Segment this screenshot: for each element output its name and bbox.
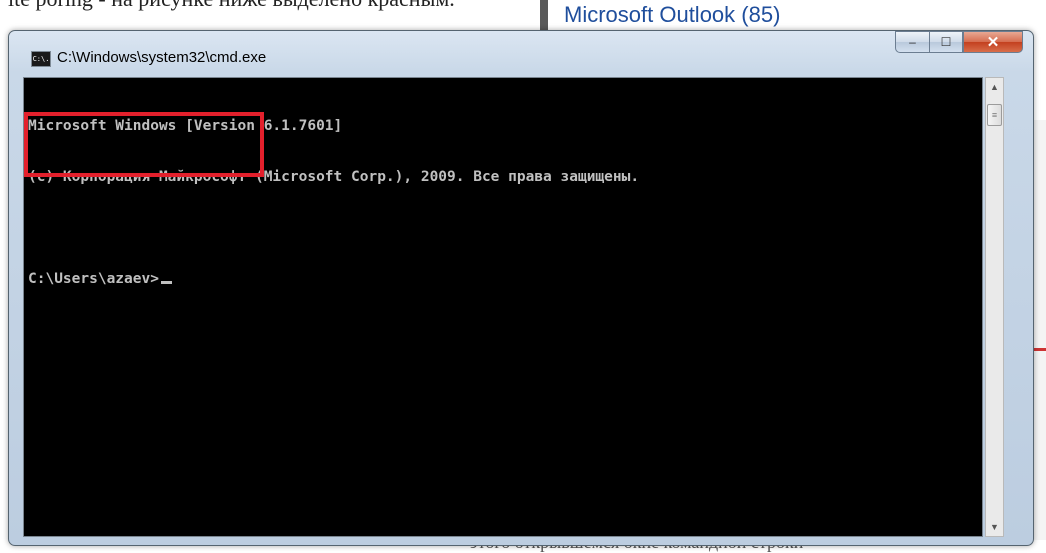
close-button[interactable]: ✕ (963, 31, 1023, 53)
background-document-text: ite poring - на рисунке ниже выделено кр… (8, 0, 455, 12)
scroll-up-arrow-icon[interactable]: ▲ (986, 78, 1003, 96)
title-bar[interactable]: C:\. C:\Windows\system32\cmd.exe – ☐ ✕ (9, 31, 1033, 77)
window-controls: – ☐ ✕ (895, 31, 1023, 53)
cmd-window: C:\. C:\Windows\system32\cmd.exe – ☐ ✕ M… (8, 30, 1034, 546)
scroll-down-arrow-icon[interactable]: ▼ (986, 518, 1003, 536)
minimize-button[interactable]: – (895, 31, 929, 53)
maximize-button[interactable]: ☐ (929, 31, 963, 53)
console-prompt: C:\Users\azaev> (28, 271, 159, 287)
prompt-highlight-box (24, 112, 264, 177)
cmd-icon[interactable]: C:\. (31, 51, 51, 67)
scroll-thumb[interactable]: ≡ (987, 104, 1002, 126)
vertical-scrollbar[interactable]: ▲ ≡ ▼ (985, 77, 1004, 537)
outlook-label: Microsoft Outlook (85) (564, 2, 781, 27)
text-cursor (160, 281, 172, 284)
console-prompt-line: C:\Users\azaev> (28, 271, 982, 288)
window-title: C:\Windows\system32\cmd.exe (57, 49, 267, 66)
